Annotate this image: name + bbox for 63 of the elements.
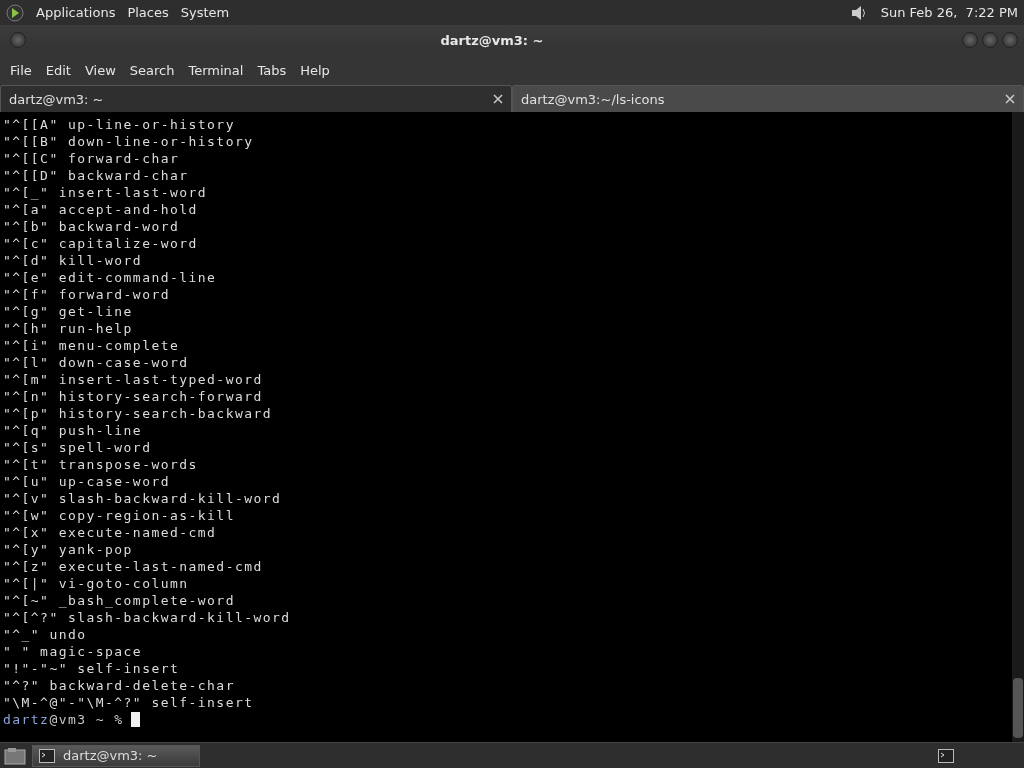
window-menu-icon[interactable]: [10, 32, 26, 48]
terminal-line: "^[[A" up-line-or-history: [3, 116, 235, 133]
menu-item[interactable]: Help: [293, 62, 337, 78]
terminal-line: "^[[B" down-line-or-history: [3, 133, 254, 150]
terminal-line: "^?" backward-delete-char: [3, 677, 235, 694]
tab[interactable]: dartz@vm3:~/ls-icons: [512, 85, 1024, 112]
panel-menu[interactable]: System: [180, 5, 230, 20]
terminal-icon: [39, 748, 55, 763]
menu-item[interactable]: Tabs: [250, 62, 294, 78]
text-cursor: [130, 712, 140, 727]
terminal-line: "^[p" history-search-backward: [3, 405, 273, 422]
terminal-line: "^[w" copy-region-as-kill: [3, 507, 235, 524]
terminal-line: "^[x" execute-named-cmd: [3, 524, 217, 541]
terminal-line: "^[[C" forward-char: [3, 150, 180, 167]
terminal-line: "^[e" edit-command-line: [3, 269, 217, 286]
panel-menu[interactable]: Places: [127, 5, 169, 20]
terminal-line: " " magic-space: [3, 643, 143, 660]
scrollbar[interactable]: [1012, 112, 1024, 742]
minimize-button[interactable]: [962, 32, 978, 48]
menu-item[interactable]: File: [3, 62, 39, 78]
terminal-line: "^[y" yank-pop: [3, 541, 133, 558]
terminal-line: "^[t" transpose-words: [3, 456, 198, 473]
panel-menu[interactable]: Applications: [36, 5, 116, 20]
desktop-icon[interactable]: [4, 746, 26, 765]
close-button[interactable]: [1002, 32, 1018, 48]
menu-item[interactable]: Search: [122, 62, 182, 78]
terminal-icon[interactable]: [938, 748, 954, 763]
terminal-line: "^[f" forward-word: [3, 286, 170, 303]
terminal-line: "^[u" up-case-word: [3, 473, 170, 490]
menu-item[interactable]: View: [77, 62, 123, 78]
terminal-line: "^[c" capitalize-word: [3, 235, 198, 252]
terminal-line: "^[_" insert-last-word: [3, 184, 208, 201]
terminal-line: "^[l" down-case-word: [3, 354, 189, 371]
terminal-line: "^[|" vi-goto-column: [3, 575, 189, 592]
terminal-line: "^[m" insert-last-typed-word: [3, 371, 263, 388]
close-icon[interactable]: [1005, 94, 1015, 104]
terminal-line: "\M-^@"-"\M-^?" self-insert: [3, 694, 254, 711]
terminal-line: "!"-"~" self-insert: [3, 660, 180, 677]
terminal-line: "^_" undo: [3, 626, 87, 643]
terminal-line: "^[~" _bash_complete-word: [3, 592, 235, 609]
terminal-line: "^[v" slash-backward-kill-word: [3, 490, 282, 507]
menu-item[interactable]: Terminal: [181, 62, 251, 78]
app-menu-icon[interactable]: [6, 3, 24, 22]
terminal-line: "^[n" history-search-forward: [3, 388, 263, 405]
taskbar-item[interactable]: dartz@vm3: ~: [32, 744, 200, 767]
terminal-line: "^[[D" backward-char: [3, 167, 189, 184]
terminal-line: "^[^?" slash-backward-kill-word: [3, 609, 291, 626]
terminal-line: "^[b" backward-word: [3, 218, 180, 235]
terminal-line: "^[z" execute-last-named-cmd: [3, 558, 263, 575]
tab[interactable]: dartz@vm3: ~: [0, 85, 512, 112]
maximize-button[interactable]: [982, 32, 998, 48]
terminal-line: "^[g" get-line: [3, 303, 133, 320]
terminal-line: "^[h" run-help: [3, 320, 133, 337]
terminal-line: "^[a" accept-and-hold: [3, 201, 198, 218]
clock[interactable]: Sun Feb 26, 7:22 PM: [880, 5, 1018, 20]
close-icon[interactable]: [493, 94, 503, 104]
shell-prompt: dartz@vm3 ~ %: [3, 711, 124, 728]
terminal-line: "^[s" spell-word: [3, 439, 152, 456]
terminal-line: "^[d" kill-word: [3, 252, 143, 269]
window-title: dartz@vm3: ~: [439, 32, 545, 48]
menu-item[interactable]: Edit: [38, 62, 78, 78]
terminal-line: "^[i" menu-complete: [3, 337, 180, 354]
terminal-line: "^[q" push-line: [3, 422, 143, 439]
